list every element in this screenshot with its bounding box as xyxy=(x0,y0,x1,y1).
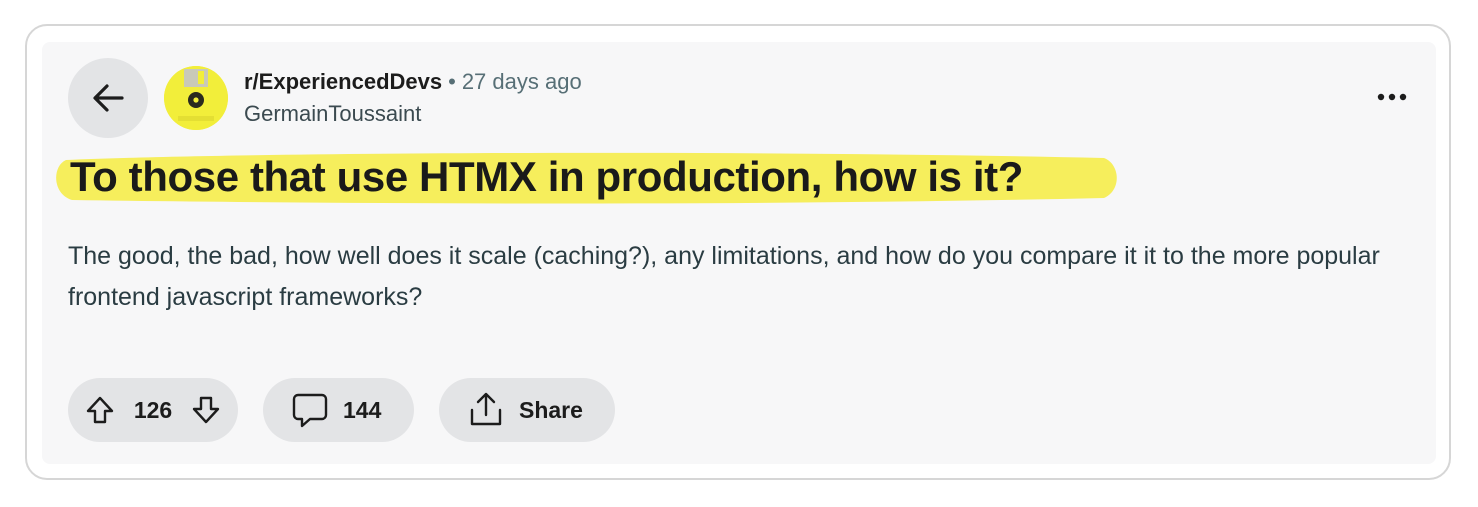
subreddit-link[interactable]: r/ExperiencedDevs xyxy=(244,69,442,94)
downvote-button[interactable] xyxy=(192,395,220,425)
author-link[interactable]: GermainToussaint xyxy=(244,100,582,128)
meta-separator: • xyxy=(448,69,456,94)
share-label: Share xyxy=(519,396,583,423)
ellipsis-icon xyxy=(1377,93,1407,101)
arrow-up-icon xyxy=(86,396,114,424)
arrow-left-icon xyxy=(93,84,124,112)
post-meta: r/ExperiencedDevs • 27 days ago GermainTou… xyxy=(244,68,582,128)
floppy-disk-icon xyxy=(164,66,228,130)
upvote-button[interactable] xyxy=(86,395,114,425)
comment-count: 144 xyxy=(343,396,382,423)
share-button[interactable]: Share xyxy=(439,378,615,442)
post-title-container: To those that use HTMX in production, ho… xyxy=(54,146,1124,208)
subreddit-avatar[interactable] xyxy=(164,66,228,130)
post-timestamp: 27 days ago xyxy=(461,69,582,94)
arrow-down-icon xyxy=(192,396,220,424)
vote-bar: 126 xyxy=(68,378,238,442)
upvote-count: 126 xyxy=(133,396,173,423)
more-options-button[interactable] xyxy=(1372,80,1412,114)
post-body: The good, the bad, how well does it scal… xyxy=(68,242,1380,311)
speech-bubble-icon xyxy=(292,393,328,428)
back-button[interactable] xyxy=(68,58,148,138)
comments-button[interactable]: 144 xyxy=(263,378,414,442)
share-upload-icon xyxy=(470,392,502,426)
post-title[interactable]: To those that use HTMX in production, ho… xyxy=(70,152,1023,202)
